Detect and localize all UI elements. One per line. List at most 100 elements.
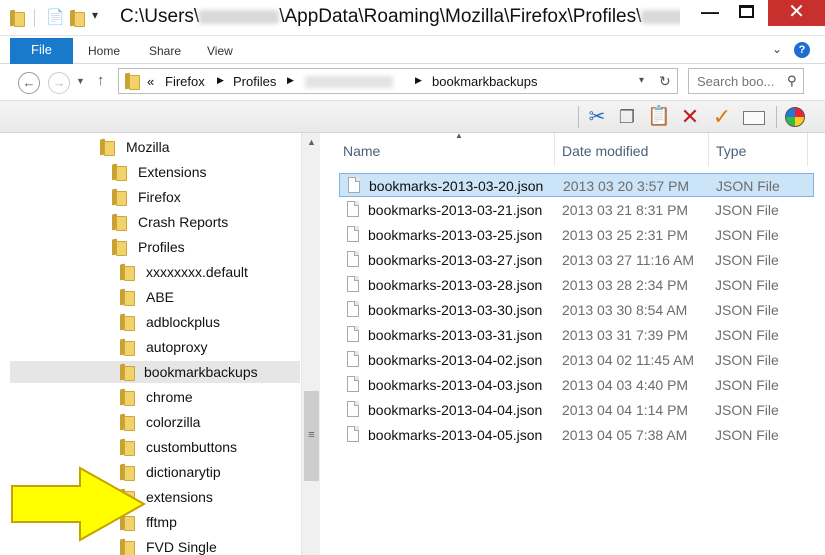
tree-item[interactable]: Mozilla — [100, 136, 290, 158]
folder-icon — [112, 214, 127, 231]
forward-button[interactable]: → — [48, 72, 70, 94]
rename-icon[interactable] — [741, 105, 767, 131]
tree-item[interactable]: adblockplus — [120, 311, 290, 333]
refresh-icon[interactable]: ↻ — [659, 73, 671, 90]
checkmark-icon[interactable]: ✓ — [709, 105, 735, 131]
file-icon — [347, 426, 359, 442]
scroll-up-icon[interactable]: ▲ — [302, 133, 321, 151]
file-date-modified: 2013 03 27 11:16 AM — [562, 252, 695, 268]
file-date-modified: 2013 04 05 7:38 AM — [562, 427, 688, 443]
delete-icon[interactable]: ✕ — [677, 105, 703, 131]
tree-item-label: Firefox — [138, 189, 181, 205]
copy-icon[interactable]: ❐ — [614, 105, 640, 131]
file-name: bookmarks-2013-03-28.json — [368, 277, 543, 293]
tree-item[interactable]: Firefox — [112, 186, 290, 208]
breadcrumb-bookmarkbackups[interactable]: bookmarkbackups — [432, 74, 538, 89]
maximize-button[interactable] — [728, 0, 764, 26]
up-button[interactable]: ↑ — [97, 72, 105, 89]
folder-icon — [112, 164, 127, 181]
title-path-start: C:\Users\ — [120, 6, 200, 27]
file-date-modified: 2013 04 02 11:45 AM — [562, 352, 695, 368]
file-type: JSON File — [715, 327, 779, 343]
color-wheel-icon[interactable] — [782, 105, 808, 131]
minimize-button[interactable]: — — [692, 0, 728, 26]
file-name: bookmarks-2013-03-21.json — [368, 202, 543, 218]
file-icon — [347, 251, 359, 267]
search-input[interactable] — [697, 70, 793, 92]
file-row[interactable]: bookmarks-2013-03-31.json 2013 03 31 7:39… — [339, 323, 814, 347]
column-header-date-modified[interactable]: Date modified — [556, 133, 709, 166]
file-row[interactable]: bookmarks-2013-04-05.json 2013 04 05 7:38… — [339, 423, 814, 447]
folder-icon — [112, 189, 127, 206]
file-row[interactable]: bookmarks-2013-03-28.json 2013 03 28 2:34… — [339, 273, 814, 297]
tree-item[interactable]: autoproxy — [120, 336, 290, 358]
file-row[interactable]: bookmarks-2013-04-03.json 2013 04 03 4:40… — [339, 373, 814, 397]
tree-item[interactable]: Extensions — [112, 161, 290, 183]
tree-scrollbar[interactable]: ▲ ≡ — [301, 133, 320, 555]
maximize-icon — [738, 5, 754, 18]
breadcrumb-profiles[interactable]: Profiles — [233, 74, 276, 89]
tree-item[interactable]: colorzilla — [120, 411, 290, 433]
tree-item[interactable]: Crash Reports — [112, 211, 290, 233]
breadcrumb-separator-icon[interactable]: ▶ — [287, 75, 294, 86]
tab-view[interactable]: View — [207, 44, 233, 58]
file-row[interactable]: bookmarks-2013-03-21.json 2013 03 21 8:31… — [339, 198, 814, 222]
file-icon — [347, 326, 359, 342]
chevron-down-icon[interactable]: ▾ — [639, 75, 644, 86]
new-folder-icon[interactable] — [70, 10, 85, 30]
breadcrumb-separator-icon[interactable]: ▶ — [415, 75, 422, 86]
file-type: JSON File — [715, 402, 779, 418]
help-button[interactable]: ? — [794, 42, 810, 58]
file-date-modified: 2013 04 04 1:14 PM — [562, 402, 689, 418]
file-row[interactable]: bookmarks-2013-03-20.json 2013 03 20 3:57… — [339, 173, 814, 197]
file-name: bookmarks-2013-04-02.json — [368, 352, 543, 368]
chevron-down-icon[interactable]: ▾ — [92, 8, 98, 28]
file-icon — [347, 226, 359, 242]
toolbar-separator — [578, 106, 579, 128]
file-row[interactable]: bookmarks-2013-04-04.json 2013 04 04 1:14… — [339, 398, 814, 422]
column-header-type[interactable]: Type — [710, 133, 808, 166]
cut-icon[interactable]: ✂ — [584, 105, 610, 131]
file-icon — [347, 351, 359, 367]
file-icon — [347, 376, 359, 392]
folder-icon — [100, 139, 115, 156]
tree-item-label: chrome — [146, 389, 193, 405]
close-button[interactable]: ✕ — [768, 0, 825, 26]
tab-file[interactable]: File — [10, 38, 73, 64]
tree-item[interactable]: bookmarkbackups — [10, 361, 300, 383]
tree-item-label: Crash Reports — [138, 214, 229, 230]
tree-item-label: extensions — [146, 489, 213, 505]
tree-item-label: autoproxy — [146, 339, 208, 355]
file-row[interactable]: bookmarks-2013-04-02.json 2013 04 02 11:4… — [339, 348, 814, 372]
tree-item[interactable]: xxxxxxxx.default — [120, 261, 290, 283]
chevron-down-icon[interactable]: ⌄ — [772, 42, 782, 56]
search-icon[interactable]: ⚲ — [787, 73, 797, 89]
file-name: bookmarks-2013-03-30.json — [368, 302, 543, 318]
breadcrumb-separator-icon[interactable]: ▶ — [217, 75, 224, 86]
search-box[interactable]: ⚲ — [688, 68, 804, 94]
breadcrumb-overflow[interactable]: « — [147, 74, 154, 89]
tree-item[interactable]: Profiles — [112, 236, 290, 258]
tree-item[interactable]: ABE — [120, 286, 290, 308]
toolbar-separator — [776, 106, 777, 128]
window-title: C:\Users\ \AppData\Roaming\Mozilla\Firefo… — [120, 6, 680, 28]
column-header-name[interactable]: ▲ Name — [337, 131, 555, 166]
tree-item[interactable]: custombuttons — [120, 436, 290, 458]
title-bar: 📄 ▾ C:\Users\ \AppData\Roaming\Mozilla\Fi… — [0, 0, 825, 36]
breadcrumb-firefox[interactable]: Firefox — [165, 74, 205, 89]
file-row[interactable]: bookmarks-2013-03-27.json 2013 03 27 11:1… — [339, 248, 814, 272]
address-bar[interactable]: « Firefox ▶ Profiles ▶ ▶ bookmarkbackups… — [118, 68, 678, 94]
file-type: JSON File — [715, 377, 779, 393]
file-row[interactable]: bookmarks-2013-03-25.json 2013 03 25 2:31… — [339, 223, 814, 247]
back-button[interactable]: ← — [18, 72, 40, 94]
column-label: Type — [716, 143, 747, 159]
file-type: JSON File — [715, 202, 779, 218]
properties-icon[interactable]: 📄 — [46, 8, 65, 28]
file-row[interactable]: bookmarks-2013-03-30.json 2013 03 30 8:54… — [339, 298, 814, 322]
tab-share[interactable]: Share — [149, 44, 181, 58]
paste-icon[interactable]: 📋 — [646, 105, 672, 131]
tree-item[interactable]: chrome — [120, 386, 290, 408]
recent-locations-icon[interactable]: ▼ — [76, 76, 85, 86]
tab-home[interactable]: Home — [88, 44, 120, 58]
file-name: bookmarks-2013-04-03.json — [368, 377, 543, 393]
